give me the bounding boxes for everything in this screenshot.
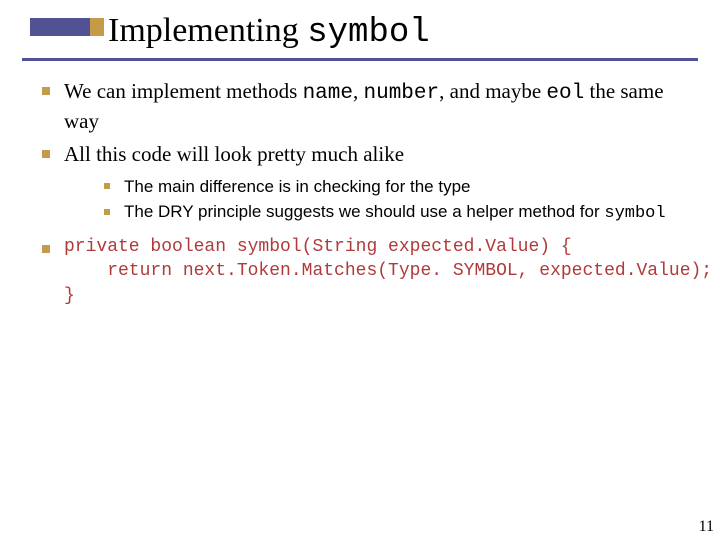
bullet-item: We can implement methods name, number, a… (38, 78, 700, 135)
slide: Implementing symbol We can implement met… (0, 0, 720, 540)
code-block: private boolean symbol(String expected.V… (64, 235, 700, 308)
sub-bullet-item: The main difference is in checking for t… (102, 176, 700, 198)
title-accent-bar (30, 18, 104, 36)
bullet-list-level2: The main difference is in checking for t… (102, 176, 700, 226)
bullet-item: All this code will look pretty much alik… (38, 141, 700, 225)
title-text-part1: Implementing (108, 12, 307, 49)
sub-bullet-item: The DRY principle suggests we should use… (102, 201, 700, 225)
page-number: 11 (699, 518, 714, 536)
bullet-list-level1: We can implement methods name, number, a… (38, 78, 700, 308)
title-text-code: symbol (307, 14, 429, 52)
bullet-item: private boolean symbol(String expected.V… (38, 235, 700, 308)
bullet-text: All this code will look pretty much alik… (64, 142, 404, 166)
title-underline (22, 58, 698, 61)
slide-title: Implementing symbol (108, 12, 430, 52)
bullet-text: We can implement methods name, number, a… (64, 79, 664, 133)
slide-body: We can implement methods name, number, a… (38, 78, 700, 314)
sub-bullet-text: The main difference is in checking for t… (124, 177, 470, 196)
sub-bullet-text: The DRY principle suggests we should use… (124, 202, 666, 221)
